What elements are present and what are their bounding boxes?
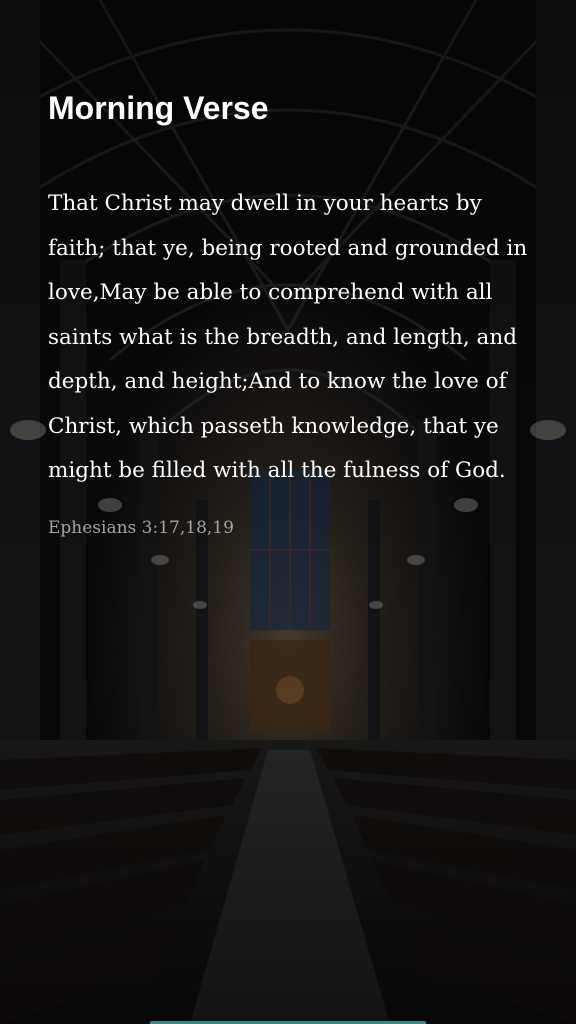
morning-verse-screen: Morning Verse That Christ may dwell in y… — [0, 0, 576, 1024]
verse-card: Morning Verse That Christ may dwell in y… — [48, 88, 532, 540]
page-title: Morning Verse — [48, 90, 269, 126]
verse-reference: Ephesians 3:17,18,19 — [48, 517, 234, 538]
verse-text: That Christ may dwell in your hearts by … — [48, 191, 528, 483]
